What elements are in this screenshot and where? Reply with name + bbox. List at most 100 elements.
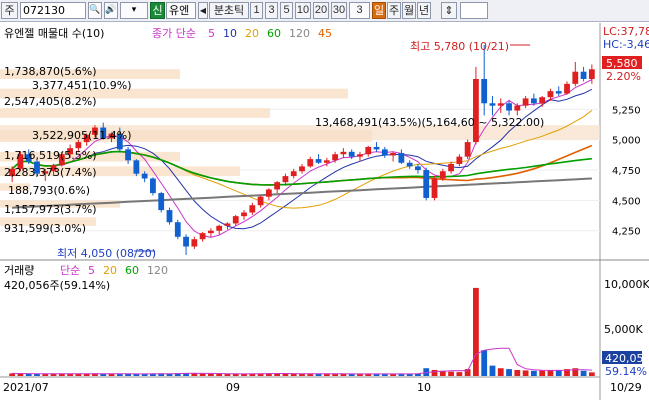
- prev-button[interactable]: ◀: [198, 2, 208, 19]
- candle-body: [133, 160, 140, 174]
- candle-body: [125, 149, 131, 161]
- volume-bar: [481, 350, 488, 376]
- candle-body: [473, 78, 479, 143]
- candle-body: [506, 103, 512, 111]
- week-button[interactable]: 주: [387, 2, 401, 19]
- volume-bar: [34, 373, 40, 376]
- new-badge-label: 신: [152, 4, 163, 17]
- x-label-oct: 10: [417, 381, 431, 394]
- interval-30[interactable]: 30: [331, 2, 347, 19]
- candle-body: [348, 151, 355, 157]
- year-button[interactable]: 년: [417, 2, 431, 19]
- candle-body: [423, 170, 430, 198]
- profile-label: 2,283,373(7.4%): [4, 166, 97, 179]
- volume-bar: [290, 373, 297, 376]
- vol-tick-5000k: 5,000K: [604, 323, 643, 336]
- volume-bar: [588, 372, 595, 376]
- interval-label: 10: [296, 4, 310, 16]
- search-button[interactable]: 🔍: [88, 2, 102, 19]
- candle-body: [141, 173, 148, 179]
- interval-label: 3: [268, 4, 275, 16]
- candle-body: [448, 163, 454, 172]
- toolbar: 주 072130 🔍 🔊 ▾ 신 유엔 ◀ 분초틱 1 3 5 10 20 30…: [0, 0, 649, 22]
- interval-label: 30: [332, 4, 346, 16]
- month-label: 월: [403, 4, 415, 17]
- candle-body: [406, 162, 413, 167]
- profile-label: 13,468,491(43.5%)(5,164,60 ~ 5,322.00): [315, 116, 544, 129]
- x-label-start: 2021/07: [3, 381, 49, 394]
- x-label-end: 10/29: [610, 381, 642, 394]
- interval-5[interactable]: 5: [280, 2, 293, 19]
- candle-body: [150, 178, 156, 194]
- volume-bar: [116, 374, 123, 376]
- candle-body: [224, 223, 231, 226]
- ma-period-label: 45: [318, 27, 332, 40]
- ma-period-label: 60: [267, 27, 281, 40]
- ma-header-label: 종가 단순: [152, 27, 196, 40]
- interval-label: 1: [253, 4, 260, 16]
- period-value: 3: [356, 4, 363, 16]
- vol-tick-10000k: 10,000K: [604, 278, 649, 291]
- candle-body: [497, 103, 504, 106]
- candle-body: [323, 160, 330, 163]
- max-label: 최고 5,780 (10/21): [410, 40, 509, 53]
- price-tick-label: 5,250: [612, 105, 641, 116]
- interval-1[interactable]: 1: [250, 2, 263, 19]
- triangle-left-icon: ◀: [199, 6, 207, 15]
- candle-body: [398, 153, 405, 163]
- ma-period-label: 120: [289, 27, 310, 40]
- timeframe-label[interactable]: 분초틱: [209, 2, 249, 19]
- candle-body: [539, 97, 546, 104]
- month-button[interactable]: 월: [402, 2, 416, 19]
- period-input[interactable]: 3: [349, 2, 370, 19]
- day-button[interactable]: 일: [372, 2, 386, 19]
- new-badge: 신: [150, 2, 165, 19]
- interval-label: 5: [283, 4, 290, 16]
- profile-label: 1,738,870(5.6%): [4, 65, 97, 78]
- ma-period-label: 5: [208, 27, 215, 40]
- updown-icon: ⇕: [444, 4, 454, 17]
- volume-bar: [506, 369, 512, 376]
- candle-body: [547, 91, 554, 98]
- candle-body: [530, 98, 537, 104]
- volume-bar: [530, 370, 537, 376]
- stock-name-value: 유엔: [169, 4, 190, 17]
- volume-pct-tag: 59.14%: [605, 365, 647, 378]
- volume-ma-period-label: 5: [88, 264, 95, 277]
- candle-body: [290, 171, 297, 177]
- candle-body: [158, 193, 165, 211]
- volume-current-tag-text: 420,05: [605, 352, 644, 365]
- extra-input[interactable]: [460, 2, 488, 19]
- ma-period-label: 10: [223, 27, 237, 40]
- candle-body: [456, 156, 463, 164]
- volume-ma-period-label: 60: [125, 264, 139, 277]
- volume-bar: [216, 373, 223, 376]
- candle-body: [481, 78, 488, 104]
- volume-bar: [199, 373, 206, 376]
- volume-bar: [299, 373, 305, 376]
- arrow-down-button[interactable]: ▾: [120, 2, 148, 19]
- price-tick-label: 4,250: [612, 227, 641, 238]
- candle-body: [564, 83, 570, 94]
- market-select[interactable]: 주: [1, 2, 18, 19]
- interval-10[interactable]: 10: [295, 2, 311, 19]
- code-value: 072130: [23, 4, 65, 17]
- current-price: 5,580: [606, 57, 638, 70]
- volume-bar: [489, 365, 496, 376]
- interval-20[interactable]: 20: [313, 2, 329, 19]
- candle-body: [249, 205, 256, 213]
- code-input[interactable]: 072130: [20, 2, 86, 19]
- week-label: 주: [388, 4, 400, 17]
- updown-button[interactable]: ⇕: [441, 2, 457, 19]
- x-label-sep: 09: [226, 381, 240, 394]
- profile-label: 931,599(3.0%): [4, 222, 86, 235]
- volume-bar: [539, 370, 546, 376]
- sound-button[interactable]: 🔊: [104, 2, 118, 19]
- stock-name-field[interactable]: 유엔: [166, 2, 196, 19]
- candle-body: [216, 225, 223, 231]
- chart-area: 유엔젤 매물대 수(10) 종가 단순 5 10 20 60 120 45 1,738,8…: [0, 23, 649, 400]
- volume-bar: [547, 370, 554, 376]
- interval-3[interactable]: 3: [265, 2, 278, 19]
- candle-body: [365, 146, 372, 155]
- candle-body: [431, 178, 438, 198]
